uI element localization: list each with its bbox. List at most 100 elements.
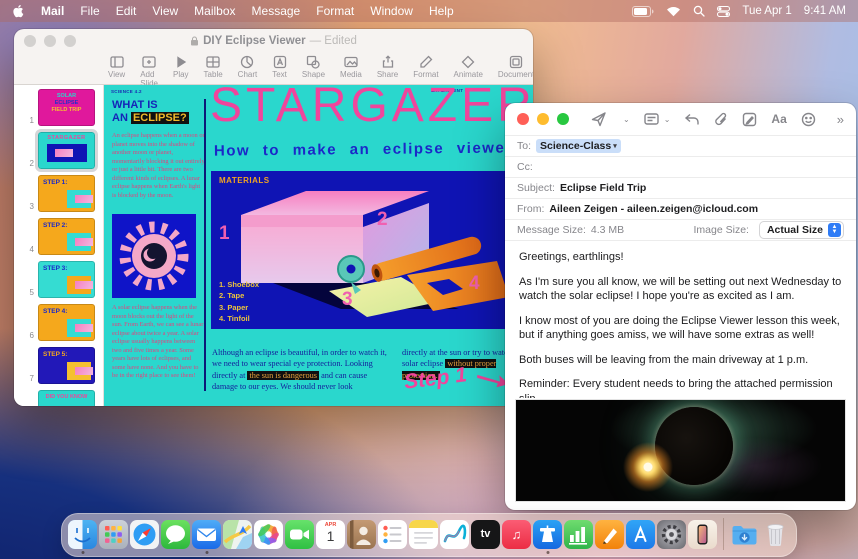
menu-item-message[interactable]: Message <box>252 4 301 18</box>
slide-subtitle[interactable]: How to make an eclipse viewer! <box>214 139 519 159</box>
document-title[interactable]: DIY Eclipse Viewer <box>203 35 306 47</box>
dock-safari-icon[interactable] <box>130 520 159 549</box>
dock-app-store-icon[interactable] <box>626 520 655 549</box>
dock-pages-icon[interactable] <box>595 520 624 549</box>
play-button[interactable]: Play <box>173 55 189 79</box>
dock-keynote-icon[interactable] <box>533 520 562 549</box>
dock-maps-icon[interactable] <box>223 520 252 549</box>
materials-box[interactable]: MATERIALS 1 2 3 4 1. Shoebox 2. Tape 3. … <box>211 171 521 329</box>
minimize-button[interactable] <box>537 113 549 125</box>
markup-button[interactable] <box>742 112 757 127</box>
text-button[interactable]: Text <box>272 55 287 79</box>
zoom-button[interactable] <box>64 35 76 47</box>
menu-item-help[interactable]: Help <box>429 4 454 18</box>
dock-music-icon[interactable]: ♫ <box>502 520 531 549</box>
emoji-button[interactable] <box>801 112 816 127</box>
subject-field[interactable]: Subject: Eclipse Field Trip <box>505 177 856 198</box>
slide-thumbnail-7[interactable]: 7 STEP 5: <box>24 347 97 384</box>
format-button[interactable]: Format <box>413 55 438 79</box>
dock-mail-icon[interactable] <box>192 520 221 549</box>
spotlight-search-icon[interactable] <box>693 5 705 17</box>
attach-button[interactable] <box>714 112 728 127</box>
send-button[interactable] <box>591 111 607 127</box>
dock-launchpad-icon[interactable] <box>99 520 128 549</box>
outro-paragraph-left[interactable]: Although an eclipse is beautiful, in ord… <box>212 347 390 393</box>
menu-item-mail[interactable]: Mail <box>41 4 64 18</box>
animate-button[interactable]: Animate <box>454 55 483 79</box>
menu-item-window[interactable]: Window <box>370 4 413 18</box>
menu-item-format[interactable]: Format <box>316 4 354 18</box>
wifi-icon[interactable] <box>666 6 681 17</box>
chart-button[interactable]: Chart <box>238 55 258 79</box>
menu-item-mailbox[interactable]: Mailbox <box>194 4 235 18</box>
close-button[interactable] <box>517 113 529 125</box>
body-paragraph: Reminder: Every student needs to bring t… <box>519 377 842 398</box>
view-button[interactable]: View <box>108 55 125 79</box>
body-paragraph: Both buses will be leaving from the main… <box>519 353 842 368</box>
close-button[interactable] <box>24 35 36 47</box>
toolbar-overflow-chevron[interactable]: » <box>837 112 844 127</box>
keynote-toolbar: View Add Slide Play Table Chart Text Sha… <box>14 53 533 85</box>
dock-trash-icon[interactable] <box>761 520 790 549</box>
cc-field[interactable]: Cc: <box>505 156 856 177</box>
dock-freeform-icon[interactable] <box>440 520 469 549</box>
menu-item-edit[interactable]: Edit <box>116 4 137 18</box>
menu-item-file[interactable]: File <box>80 4 99 18</box>
slide-heading[interactable]: WHAT IS AN ECLIPSE? <box>112 99 189 124</box>
dock-reminders-icon[interactable] <box>378 520 407 549</box>
menubar-time[interactable]: 9:41 AM <box>804 5 846 17</box>
slide-thumbnail-6[interactable]: 6 STEP 4: <box>24 304 97 341</box>
sun-illustration[interactable] <box>112 214 196 298</box>
slide-canvas[interactable]: SCIENCE 4.2 EXPERIMENT # WHAT IS AN ECLI… <box>104 85 533 406</box>
dock-photos-icon[interactable] <box>254 520 283 549</box>
dock-facetime-icon[interactable] <box>285 520 314 549</box>
eclipse-paragraph-1[interactable]: An eclipse happens when a moon or planet… <box>112 132 205 200</box>
dock-finder-icon[interactable] <box>68 520 97 549</box>
slide-title-stargazer[interactable]: STARGAZER <box>210 85 533 133</box>
slide-thumbnail-1[interactable]: 1 SOLARECLIPSEFIELD TRIP <box>24 89 97 126</box>
battery-icon[interactable] <box>632 6 654 17</box>
slide-thumbnail-4[interactable]: 4 STEP 2: <box>24 218 97 255</box>
slide-thumbnail-3[interactable]: 3 STEP 1: <box>24 175 97 212</box>
menu-item-view[interactable]: View <box>152 4 178 18</box>
send-options-chevron-icon[interactable]: ⌄ <box>623 115 630 124</box>
document-button[interactable]: Document <box>498 55 533 79</box>
dock-downloads-folder-icon[interactable] <box>730 520 759 549</box>
share-button[interactable]: Share <box>377 55 398 79</box>
apple-menu-icon[interactable] <box>12 4 25 18</box>
dock-notes-icon[interactable] <box>409 520 438 549</box>
zoom-button[interactable] <box>557 113 569 125</box>
minimize-button[interactable] <box>44 35 56 47</box>
reply-indicator-icon[interactable] <box>684 113 700 126</box>
slide-navigator: 1 SOLARECLIPSEFIELD TRIP 2 STARGAZER 3 S… <box>14 85 104 406</box>
slide-thumbnail-5[interactable]: 5 STEP 3: <box>24 261 97 298</box>
slide-thumbnail-2-selected[interactable]: 2 STARGAZER <box>24 132 97 169</box>
control-center-icon[interactable] <box>717 6 730 17</box>
recipient-token[interactable]: Science-Class▾ <box>536 139 621 153</box>
to-field[interactable]: To: Science-Class▾ <box>505 135 856 156</box>
body-paragraph: I know most of you are doing the Eclipse… <box>519 314 842 343</box>
eclipse-photo-attachment[interactable] <box>515 399 846 502</box>
dock-contacts-icon[interactable] <box>347 520 376 549</box>
dock-apple-tv-icon[interactable]: tv <box>471 520 500 549</box>
media-button[interactable]: Media <box>340 55 362 79</box>
dock-calendar-icon[interactable]: APR1 <box>316 520 345 549</box>
eclipse-paragraph-2[interactable]: A solar eclipse happens when the moon bl… <box>112 304 205 381</box>
menubar-date[interactable]: Tue Apr 1 <box>742 5 791 17</box>
body-paragraph: Greetings, earthlings! <box>519 250 842 265</box>
add-slide-button[interactable]: Add Slide <box>140 55 158 88</box>
header-fields-button[interactable]: ⌄ <box>644 112 671 126</box>
dock-numbers-icon[interactable] <box>564 520 593 549</box>
slide-thumbnail-8[interactable]: 8 DID YOU KNOW <box>24 390 97 406</box>
dock-system-settings-icon[interactable] <box>657 520 686 549</box>
table-button[interactable]: Table <box>204 55 223 79</box>
dock-iphone-mirroring-icon[interactable] <box>688 520 717 549</box>
message-body[interactable]: Greetings, earthlings! As I'm sure you a… <box>505 240 856 398</box>
mail-toolbar: ⌄ ⌄ Aa » <box>505 103 856 135</box>
shape-button[interactable]: Shape <box>302 55 325 79</box>
dock-messages-icon[interactable] <box>161 520 190 549</box>
from-field[interactable]: From: Aileen Zeigen - aileen.zeigen@iclo… <box>505 198 856 219</box>
image-size-select[interactable]: Actual Size ▲▼ <box>759 221 844 239</box>
format-button[interactable]: Aa <box>771 112 786 126</box>
dock: APR1 tv ♫ <box>61 513 797 557</box>
